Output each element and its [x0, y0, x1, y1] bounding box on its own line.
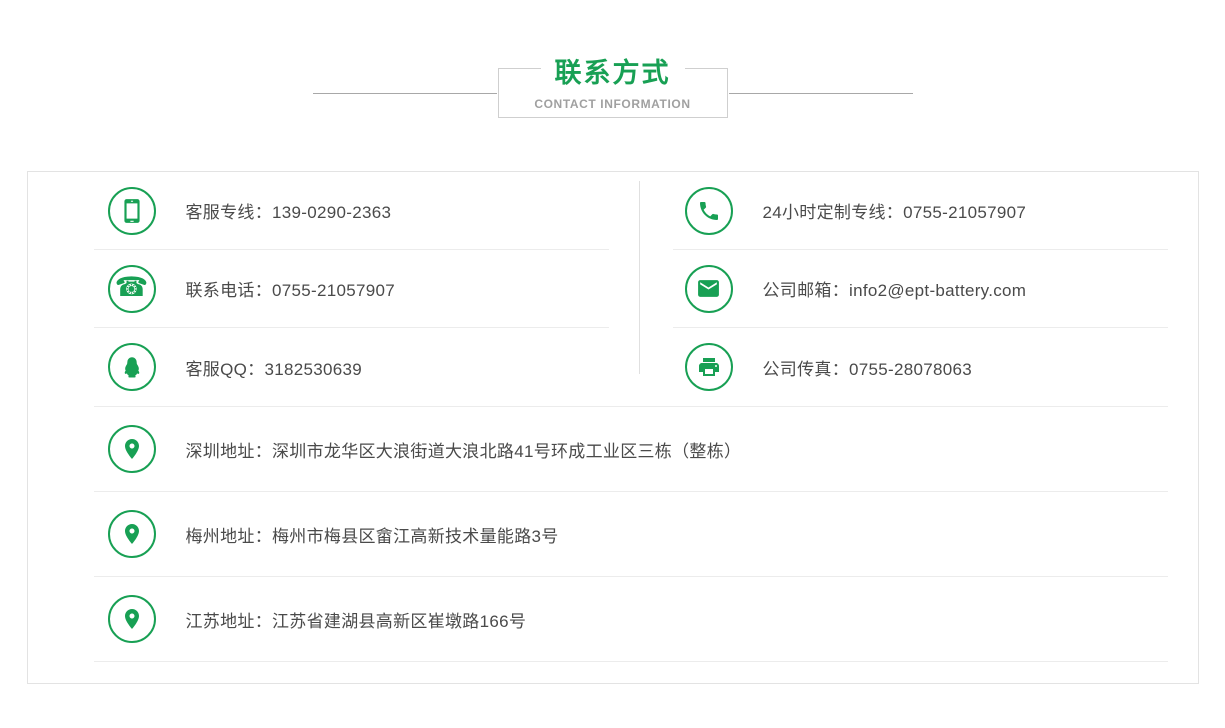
email-icon — [685, 265, 733, 313]
handset-icon — [685, 187, 733, 235]
contact-row-24h-line: 24小时定制专线：0755-21057907 — [673, 172, 1168, 250]
column-divider — [639, 181, 640, 374]
contact-columns: 客服专线：139-0290-2363 ☎ 联系电话：0755-21057907 … — [28, 172, 1198, 406]
location-icon — [108, 425, 156, 473]
contact-row-qq: 客服QQ：3182530639 — [94, 328, 609, 406]
contact-row-label: 公司邮箱：info2@ept-battery.com — [763, 276, 1027, 301]
address-row-meizhou: 梅州地址：梅州市梅县区畲江高新技术量能路3号 — [94, 492, 1168, 577]
address-label: 梅州地址：梅州市梅县区畲江高新技术量能路3号 — [186, 522, 559, 547]
address-row-shenzhen: 深圳地址：深圳市龙华区大浪街道大浪北路41号环成工业区三栋（整栋） — [94, 407, 1168, 492]
header-box: 联系方式 CONTACT INFORMATION — [498, 68, 728, 118]
qq-icon — [108, 343, 156, 391]
address-label: 深圳地址：深圳市龙华区大浪街道大浪北路41号环成工业区三栋（整栋） — [186, 437, 742, 462]
address-row-jiangsu: 江苏地址：江苏省建湖县高新区崔墩路166号 — [94, 577, 1168, 662]
contact-column-left: 客服专线：139-0290-2363 ☎ 联系电话：0755-21057907 … — [28, 172, 639, 406]
contact-row-fax: 公司传真：0755-28078063 — [673, 328, 1168, 406]
section-header: 联系方式 CONTACT INFORMATION — [0, 0, 1225, 118]
contact-row-label: 公司传真：0755-28078063 — [763, 355, 973, 380]
contact-section: 联系方式 CONTACT INFORMATION 客服专线：139-0290-2… — [0, 0, 1225, 728]
smartphone-icon — [108, 187, 156, 235]
location-icon — [108, 595, 156, 643]
telephone-icon: ☎ — [108, 265, 156, 313]
contact-row-label: 24小时定制专线：0755-21057907 — [763, 198, 1027, 223]
contact-column-right: 24小时定制专线：0755-21057907 公司邮箱：info2@ept-ba… — [639, 172, 1198, 406]
location-icon — [108, 510, 156, 558]
header-left-line — [313, 93, 497, 94]
address-label: 江苏地址：江苏省建湖县高新区崔墩路166号 — [186, 607, 527, 632]
page-title: 联系方式 — [541, 51, 685, 90]
contact-row-label: 客服专线：139-0290-2363 — [186, 198, 392, 223]
contact-row-phone: ☎ 联系电话：0755-21057907 — [94, 250, 609, 328]
contact-row-label: 客服QQ：3182530639 — [186, 355, 363, 380]
header-right-line — [729, 93, 913, 94]
contact-row-label: 联系电话：0755-21057907 — [186, 276, 396, 301]
page-subtitle: CONTACT INFORMATION — [499, 97, 727, 111]
contact-row-service-line: 客服专线：139-0290-2363 — [94, 172, 609, 250]
fax-icon — [685, 343, 733, 391]
contact-row-email: 公司邮箱：info2@ept-battery.com — [673, 250, 1168, 328]
contact-card: 客服专线：139-0290-2363 ☎ 联系电话：0755-21057907 … — [27, 171, 1199, 684]
